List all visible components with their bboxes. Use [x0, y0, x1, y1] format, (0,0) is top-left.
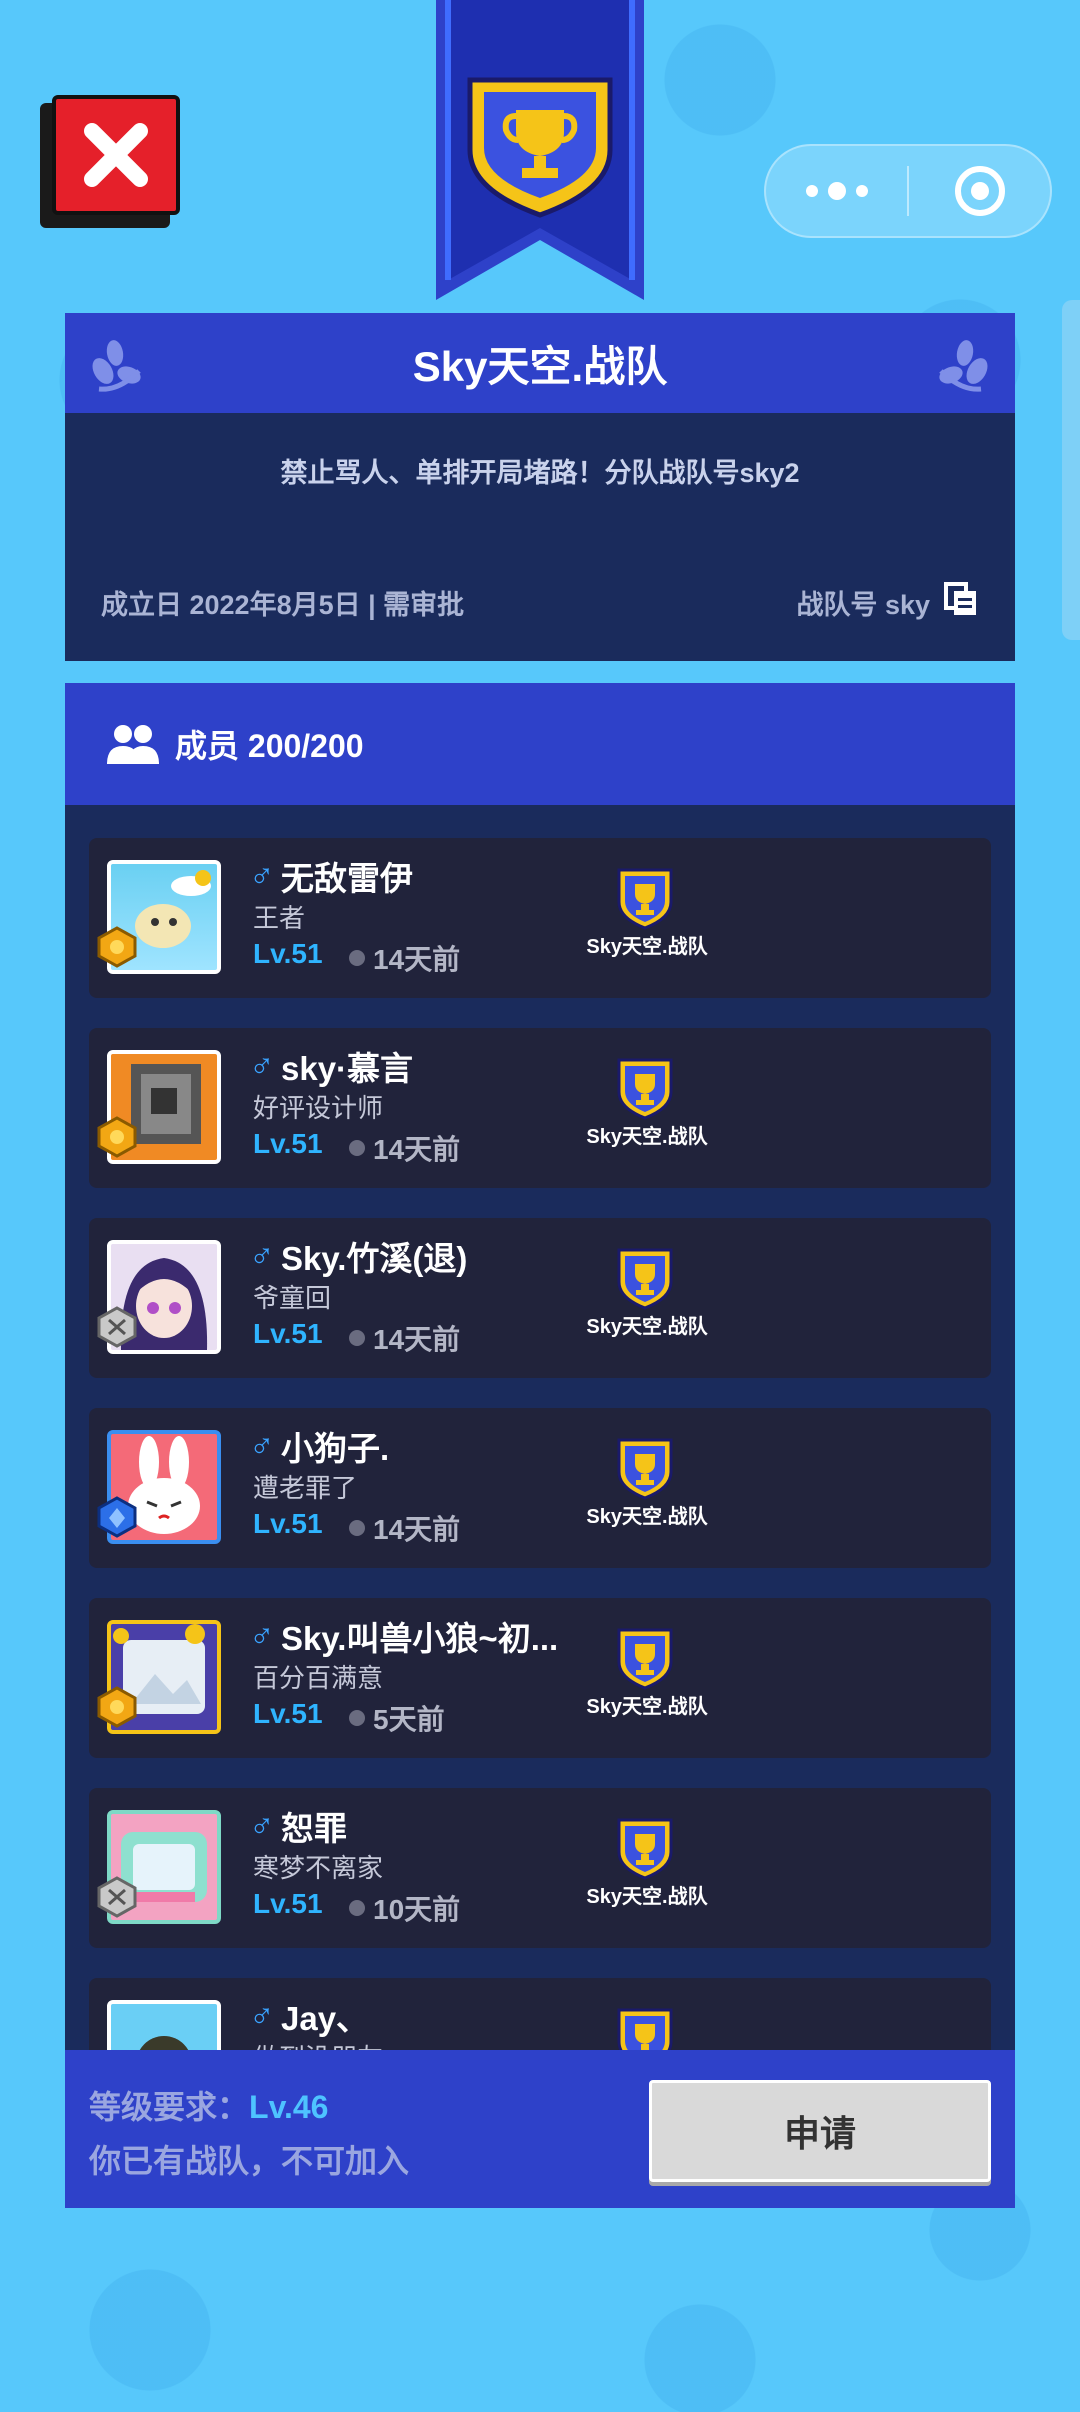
close-button[interactable] [40, 95, 180, 230]
gender-icon: ♂ [249, 856, 275, 894]
team-founded: 成立日 2022年8月5日 | 需审批 [101, 590, 465, 620]
team-emblem-icon [617, 1248, 673, 1310]
team-emblem-icon [617, 1058, 673, 1120]
member-title: 王者 [253, 903, 306, 933]
gender-icon: ♂ [249, 1996, 275, 2034]
gender-icon: ♂ [249, 1426, 275, 1464]
level-requirement-label: 等级要求： [89, 2089, 250, 2125]
member-last-seen: 5天前 [373, 1704, 445, 1735]
rank-badge-icon [97, 1116, 137, 1158]
member-card[interactable]: ♂ 无敌雷伊 王者 Lv.51 14天前 Sky天空.战队 [89, 838, 991, 998]
level-requirement: 等级要求：Lv.46 [89, 2082, 328, 2128]
miniprogram-capsule [764, 144, 1052, 238]
member-name: 恕罪 [281, 1810, 347, 1847]
rank-badge-icon [97, 1306, 137, 1348]
rank-badge-icon [97, 926, 137, 968]
status-dot [349, 1140, 365, 1156]
members-icon [107, 725, 159, 764]
member-title: 爷童回 [253, 1283, 332, 1313]
members-count: 成员 200/200 [175, 728, 364, 764]
join-status: 你已有战队，不可加入 [89, 2143, 410, 2179]
member-last-seen: 14天前 [373, 1514, 461, 1545]
rank-badge-icon [97, 1496, 137, 1538]
member-card[interactable]: ♂ Jay、 做到没朋友 [89, 1978, 991, 2050]
member-name: Jay、 [281, 2000, 370, 2037]
member-name: sky·慕言 [281, 1050, 414, 1087]
trophy-banner [436, 0, 644, 300]
member-title: 做到没朋友 [253, 2038, 383, 2050]
more-button[interactable] [766, 146, 907, 236]
side-handle[interactable] [1062, 300, 1080, 640]
avatar [107, 2000, 221, 2050]
status-dot [349, 1710, 365, 1726]
team-emblem-icon [617, 2008, 673, 2050]
status-dot [349, 1330, 365, 1346]
rank-badge-icon [97, 1686, 137, 1728]
member-level: Lv.51 [253, 1698, 323, 1729]
status-dot [349, 1900, 365, 1916]
apply-button[interactable]: 申请 [649, 2080, 991, 2182]
gender-icon: ♂ [249, 1616, 275, 1654]
laurel-icon [939, 340, 988, 392]
team-emblem-icon [617, 1438, 673, 1500]
gender-icon: ♂ [249, 1236, 275, 1274]
member-team: Sky天空.战队 [586, 1696, 708, 1718]
member-level: Lv.51 [253, 1508, 323, 1539]
member-team: Sky天空.战队 [586, 936, 708, 958]
member-level: Lv.51 [253, 938, 323, 969]
member-list: ♂ 无敌雷伊 王者 Lv.51 14天前 Sky天空.战队 ♂ sky·慕言 好… [65, 805, 1015, 2050]
team-info: 禁止骂人、单排开局堵路！分队战队号sky2 成立日 2022年8月5日 | 需审… [65, 413, 1015, 661]
copy-icon[interactable] [943, 581, 979, 617]
member-name: 小狗子. [281, 1430, 390, 1467]
close-icon [84, 123, 148, 187]
target-icon [954, 166, 1005, 216]
member-name: Sky.竹溪(退) [281, 1240, 468, 1277]
rank-badge-icon [97, 1876, 137, 1918]
laurel-icon [92, 340, 141, 392]
member-card[interactable]: ♂ 恕罪 寒梦不离家 Lv.51 10天前 Sky天空.战队 [89, 1788, 991, 1948]
member-card[interactable]: ♂ 小狗子. 遭老罪了 Lv.51 14天前 Sky天空.战队 [89, 1408, 991, 1568]
gender-icon: ♂ [249, 1806, 275, 1844]
member-level: Lv.51 [253, 1888, 323, 1919]
status-dot [349, 950, 365, 966]
member-name: 无敌雷伊 [281, 860, 413, 897]
team-emblem-icon [617, 1628, 673, 1690]
level-requirement-value: Lv.46 [249, 2089, 329, 2125]
member-card[interactable]: ♂ Sky.竹溪(退) 爷童回 Lv.51 14天前 Sky天空.战队 [89, 1218, 991, 1378]
member-last-seen: 14天前 [373, 944, 461, 975]
member-title: 百分百满意 [253, 1663, 384, 1693]
gender-icon: ♂ [249, 1046, 275, 1084]
member-last-seen: 14天前 [373, 1134, 461, 1165]
member-team: Sky天空.战队 [586, 1886, 708, 1908]
member-title: 遭老罪了 [253, 1473, 358, 1503]
member-level: Lv.51 [253, 1318, 323, 1349]
more-dots-icon [805, 182, 868, 200]
member-team: Sky天空.战队 [586, 1126, 708, 1148]
member-team: Sky天空.战队 [586, 1316, 708, 1338]
team-emblem-icon [617, 868, 673, 930]
member-last-seen: 14天前 [373, 1324, 461, 1355]
member-card[interactable]: ♂ sky·慕言 好评设计师 Lv.51 14天前 Sky天空.战队 [89, 1028, 991, 1188]
member-card[interactable]: ♂ Sky.叫兽小狼~初... 百分百满意 Lv.51 5天前 Sky天空.战队 [89, 1598, 991, 1758]
member-name: Sky.叫兽小狼~初... [281, 1620, 559, 1657]
member-team: Sky天空.战队 [586, 1506, 708, 1528]
member-level: Lv.51 [253, 1128, 323, 1159]
member-title: 好评设计师 [253, 1093, 384, 1123]
team-header: Sky天空.战队 [65, 313, 1015, 413]
team-emblem-icon [617, 1818, 673, 1880]
team-id: 战队号 sky [796, 590, 930, 620]
status-dot [349, 1520, 365, 1536]
member-last-seen: 10天前 [373, 1894, 461, 1925]
team-motto: 禁止骂人、单排开局堵路！分队战队号sky2 [280, 458, 800, 488]
members-header: 成员 200/200 [65, 683, 1015, 805]
join-footer: 等级要求：Lv.46 你已有战队，不可加入 申请 [65, 2050, 1015, 2208]
member-title: 寒梦不离家 [253, 1853, 384, 1883]
team-name: Sky天空.战队 [412, 342, 668, 390]
exit-miniprogram-button[interactable] [909, 146, 1050, 236]
